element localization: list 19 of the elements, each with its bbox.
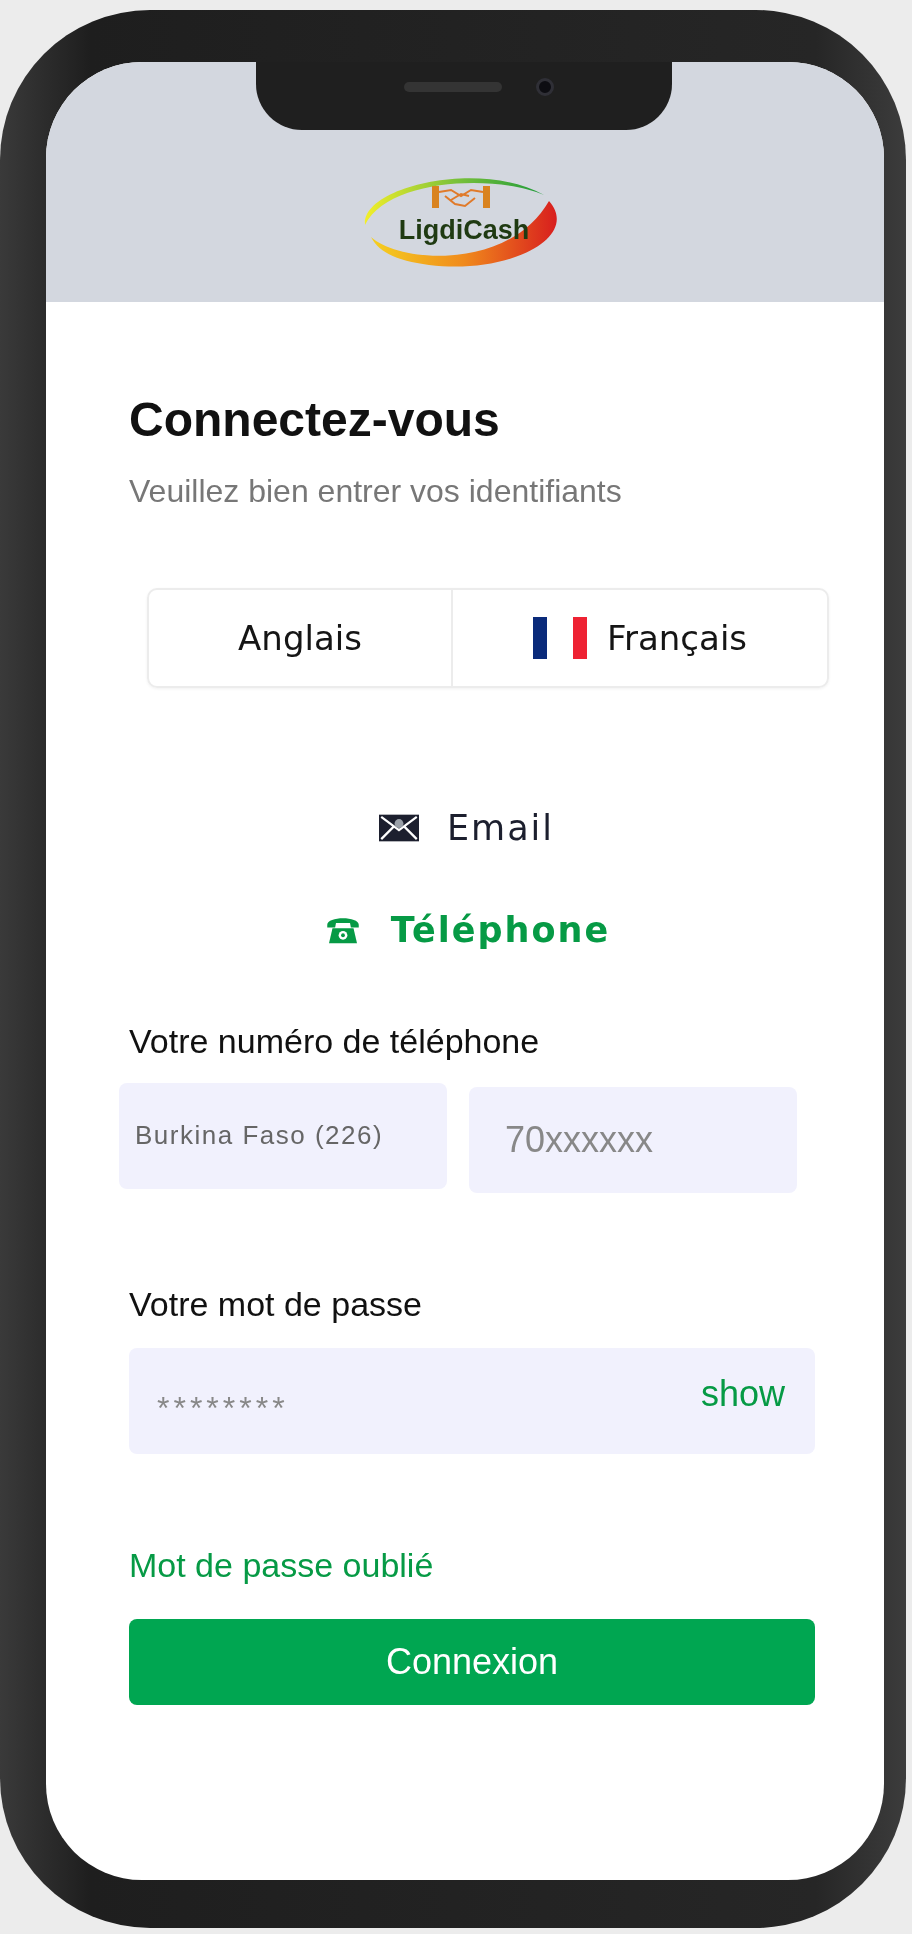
language-option[interactable]: Français [451,589,827,686]
field-label: Votre mot de passe [129,1284,423,1324]
page-subtitle: Veuillez bien entrer vos identifiants [129,472,623,510]
envelope-icon [378,813,419,842]
page-title: Connectez-vous [129,394,501,447]
camera-icon [536,78,554,96]
handshake-icon [431,184,491,210]
field-label: Votre numéro de téléphone [129,1021,541,1061]
show-password-link[interactable]: show [700,1372,785,1415]
phone-number-field[interactable]: 70xxxxxx [469,1086,797,1193]
flag-icon [532,616,587,659]
login-button[interactable]: Connexion [129,1618,815,1705]
forgot-password-link[interactable]: Mot de passe oublié [129,1545,434,1585]
password-field[interactable]: ******** show [129,1347,815,1454]
login-method-tab[interactable]: Téléphone [322,909,611,950]
logo-text: LigdiCash [397,215,531,246]
login-method-tab[interactable]: Email [378,807,555,848]
language-option[interactable]: Anglais [149,589,451,686]
country-select[interactable]: Burkina Faso (226) [119,1082,447,1189]
